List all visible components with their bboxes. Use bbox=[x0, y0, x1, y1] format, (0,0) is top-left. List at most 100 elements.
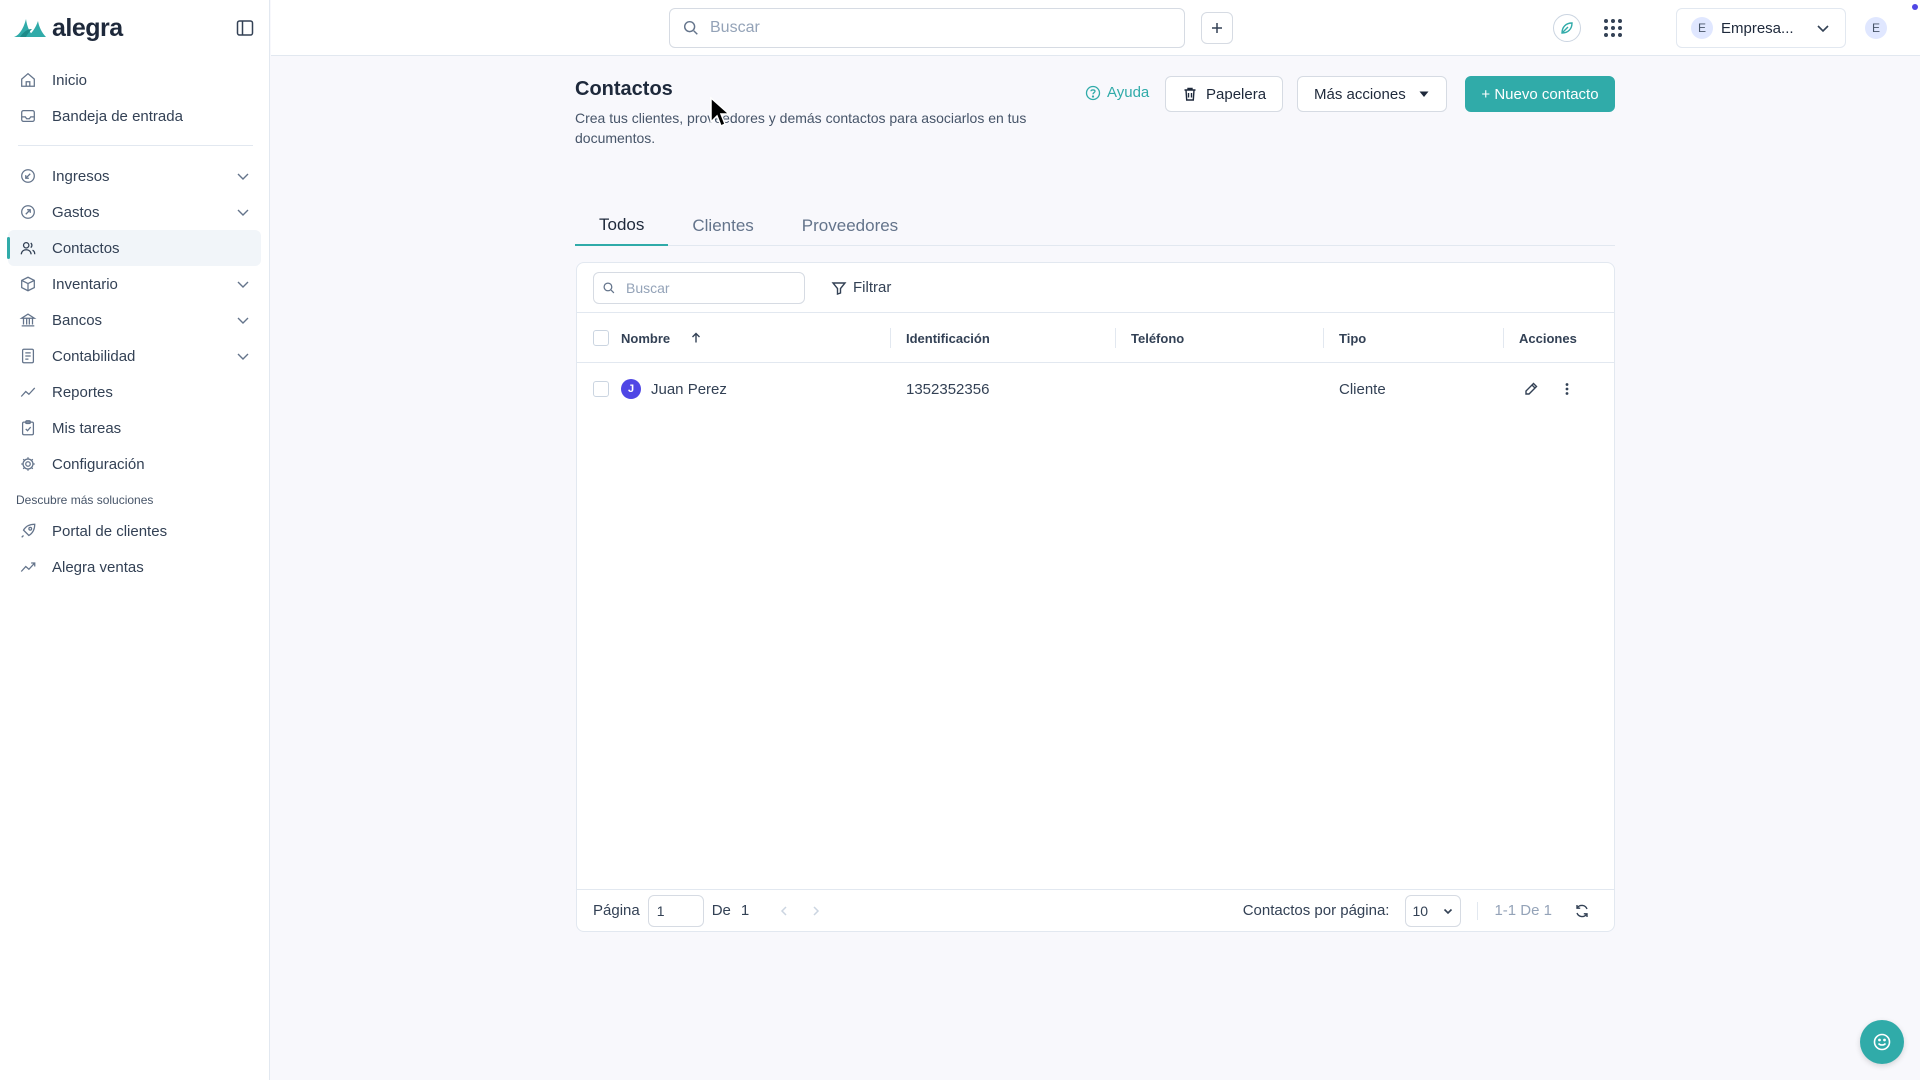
contacts-icon bbox=[18, 238, 38, 258]
table-search[interactable] bbox=[593, 271, 805, 304]
sidebar-item-mis-tareas[interactable]: Mis tareas bbox=[8, 410, 261, 446]
inbox-icon bbox=[18, 106, 38, 126]
new-contact-label: + Nuevo contacto bbox=[1481, 85, 1599, 103]
sidebar-item-label: Mis tareas bbox=[52, 419, 122, 437]
page-title: Contactos bbox=[575, 78, 673, 100]
column-divider bbox=[1323, 328, 1324, 348]
sidebar-item-label: Contactos bbox=[52, 239, 120, 257]
topbar: E Empresa... E bbox=[271, 0, 1920, 56]
rocket-icon bbox=[18, 521, 38, 541]
column-header-label: Acciones bbox=[1519, 330, 1577, 346]
sidebar-item-label: Configuración bbox=[52, 455, 145, 473]
more-actions-button[interactable]: Más acciones bbox=[1297, 76, 1447, 112]
filter-button[interactable]: Filtrar bbox=[831, 279, 891, 296]
help-label: Ayuda bbox=[1107, 84, 1150, 101]
page-label: Página bbox=[593, 902, 640, 919]
sidebar-section-title: Descubre más soluciones bbox=[16, 493, 154, 507]
table-row[interactable]: J Juan Perez 1352352356 Cliente bbox=[577, 363, 1614, 415]
income-icon bbox=[18, 166, 38, 186]
sidebar: alegra Inicio Bandeja de entrada Ingreso… bbox=[0, 0, 270, 1080]
more-vertical-icon[interactable] bbox=[1555, 377, 1579, 401]
trash-button[interactable]: Papelera bbox=[1165, 76, 1284, 112]
trash-label: Papelera bbox=[1206, 85, 1267, 103]
select-all-cell bbox=[593, 313, 609, 363]
table-header: Nombre Identificación Teléfono Tipo Acci… bbox=[577, 313, 1614, 363]
user-avatar[interactable]: E bbox=[1865, 17, 1887, 39]
column-divider bbox=[1115, 328, 1116, 348]
column-header-acciones: Acciones bbox=[1519, 313, 1577, 363]
column-header-label: Teléfono bbox=[1131, 330, 1185, 346]
page-number-input[interactable] bbox=[647, 894, 704, 927]
chevron-right-icon[interactable] bbox=[809, 904, 823, 918]
sidebar-item-portal-clientes[interactable]: Portal de clientes bbox=[8, 513, 261, 549]
global-search[interactable] bbox=[669, 8, 1185, 48]
arrow-up-icon bbox=[690, 332, 702, 344]
footer-divider bbox=[1477, 901, 1479, 920]
new-contact-button[interactable]: + Nuevo contacto bbox=[1465, 76, 1615, 112]
column-header-telefono[interactable]: Teléfono bbox=[1131, 313, 1184, 363]
notification-dot bbox=[1912, 4, 1918, 10]
user-avatar-initial: E bbox=[1865, 17, 1887, 39]
column-header-nombre[interactable]: Nombre bbox=[621, 313, 702, 363]
sidebar-item-configuracion[interactable]: Configuración bbox=[8, 446, 261, 482]
sidebar-item-label: Bancos bbox=[52, 311, 103, 329]
sidebar-item-label: Portal de clientes bbox=[52, 522, 168, 540]
chevron-down-icon bbox=[1815, 20, 1831, 36]
chevron-down-icon bbox=[233, 166, 253, 186]
column-header-label: Tipo bbox=[1339, 330, 1367, 346]
tab-clientes[interactable]: Clientes bbox=[668, 206, 777, 246]
sidebar-item-inventario[interactable]: Inventario bbox=[8, 266, 261, 302]
apps-grid-icon[interactable] bbox=[1601, 16, 1625, 40]
chevron-left-icon[interactable] bbox=[777, 904, 791, 918]
sidebar-item-label: Reportes bbox=[52, 383, 113, 401]
per-page-value: 10 bbox=[1412, 902, 1429, 919]
chat-support-button[interactable] bbox=[1860, 1020, 1904, 1064]
sidebar-item-bancos[interactable]: Bancos bbox=[8, 302, 261, 338]
row-checkbox[interactable] bbox=[593, 381, 609, 397]
column-header-tipo[interactable]: Tipo bbox=[1339, 313, 1366, 363]
contact-name-cell[interactable]: J Juan Perez bbox=[621, 363, 727, 415]
range-label: 1-1 De 1 bbox=[1494, 902, 1552, 919]
sidebar-item-alegra-ventas[interactable]: Alegra ventas bbox=[8, 549, 261, 585]
select-all-checkbox[interactable] bbox=[593, 330, 609, 346]
sidebar-item-label: Alegra ventas bbox=[52, 558, 144, 576]
page-description: Crea tus clientes, proveedores y demás c… bbox=[575, 110, 1027, 146]
leaf-icon[interactable] bbox=[1553, 14, 1581, 42]
sidebar-item-contabilidad[interactable]: Contabilidad bbox=[8, 338, 261, 374]
quick-create-button[interactable] bbox=[1201, 12, 1233, 44]
contact-type: Cliente bbox=[1339, 380, 1386, 398]
per-page-select[interactable]: 10 bbox=[1405, 894, 1462, 927]
sidebar-item-inicio[interactable]: Inicio bbox=[8, 62, 261, 98]
contact-tabs: Todos Clientes Proveedores bbox=[575, 206, 1615, 246]
column-header-identificacion[interactable]: Identificación bbox=[906, 313, 990, 363]
sidebar-item-label: Inventario bbox=[52, 275, 118, 293]
sidebar-item-reportes[interactable]: Reportes bbox=[8, 374, 261, 410]
table-toolbar: Filtrar bbox=[577, 263, 1614, 313]
tab-todos[interactable]: Todos bbox=[575, 206, 669, 246]
contact-identification: 1352352356 bbox=[906, 380, 990, 398]
chevron-down-icon bbox=[233, 202, 253, 222]
sidebar-item-ingresos[interactable]: Ingresos bbox=[8, 158, 261, 194]
help-link[interactable]: Ayuda bbox=[1085, 84, 1149, 101]
sidebar-header: alegra bbox=[0, 0, 269, 56]
of-label: De bbox=[711, 902, 731, 919]
sidebar-item-contactos[interactable]: Contactos bbox=[7, 230, 261, 266]
search-icon bbox=[682, 19, 700, 37]
refresh-icon[interactable] bbox=[1574, 903, 1590, 919]
global-search-input[interactable] bbox=[710, 19, 1150, 37]
filter-label: Filtrar bbox=[853, 279, 892, 296]
caret-down-icon bbox=[1418, 88, 1430, 100]
company-selector[interactable]: E Empresa... bbox=[1676, 8, 1846, 48]
table-search-input[interactable] bbox=[626, 279, 796, 296]
sidebar-item-gastos[interactable]: Gastos bbox=[8, 194, 261, 230]
edit-icon[interactable] bbox=[1519, 377, 1543, 401]
sidebar-item-bandeja[interactable]: Bandeja de entrada bbox=[8, 98, 261, 134]
tab-proveedores[interactable]: Proveedores bbox=[778, 206, 922, 246]
contacts-table-card: Filtrar Nombre Identificación Teléfono T… bbox=[576, 262, 1615, 932]
sidebar-nav: Inicio Bandeja de entrada Ingresos Gasto… bbox=[0, 62, 269, 585]
chat-smile-icon bbox=[1871, 1031, 1893, 1053]
alegra-logo[interactable]: alegra bbox=[12, 14, 123, 43]
mouse-cursor-icon bbox=[709, 96, 731, 128]
sidebar-toggle-icon[interactable] bbox=[233, 16, 257, 40]
chevron-down-icon bbox=[1442, 905, 1454, 917]
